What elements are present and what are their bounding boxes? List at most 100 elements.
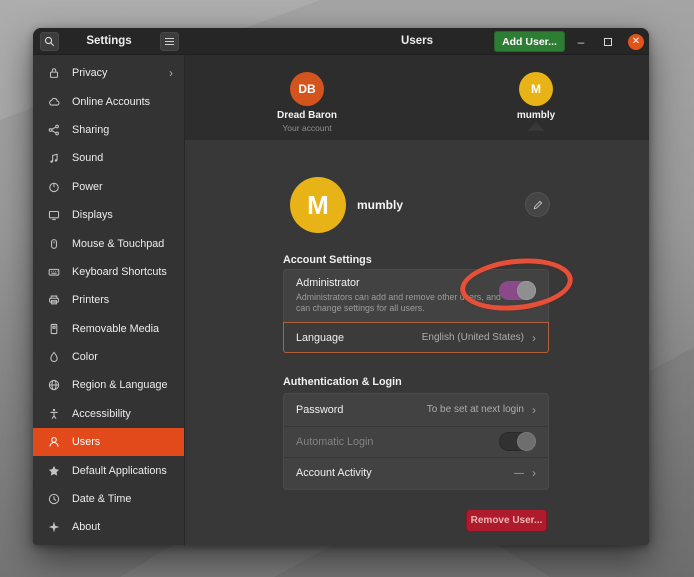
maximize-icon [604, 38, 612, 46]
automatic-login-row: Automatic Login [284, 426, 548, 458]
automatic-login-label: Automatic Login [296, 436, 373, 448]
power-icon [46, 179, 62, 195]
automatic-login-toggle[interactable] [499, 432, 536, 451]
sidebar-item-online-accounts[interactable]: Online Accounts [33, 87, 184, 115]
accessibility-icon [46, 406, 62, 422]
user-detail-panel: M mumbly Account Settings Administrator … [185, 140, 649, 545]
sidebar-item-label: Region & Language [72, 379, 167, 391]
toggle-knob [517, 281, 536, 300]
avatar: M [519, 72, 553, 106]
user-name: mumbly [357, 198, 403, 212]
edit-avatar-button[interactable] [525, 192, 550, 217]
sidebar-item-removable-media[interactable]: Removable Media [33, 315, 184, 343]
titlebar[interactable]: Settings Users Add User... – ✕ [33, 28, 649, 55]
sidebar-item-label: Mouse & Touchpad [72, 238, 164, 250]
sidebar-item-label: Keyboard Shortcuts [72, 266, 167, 278]
display-icon [46, 207, 62, 223]
avatar: DB [290, 72, 324, 106]
chevron-right-icon: › [532, 403, 536, 417]
sidebar-item-users[interactable]: Users [33, 428, 184, 456]
sidebar-item-label: Accessibility [72, 408, 131, 420]
account-settings-heading: Account Settings [283, 254, 372, 266]
administrator-toggle[interactable] [499, 281, 536, 300]
sidebar: Privacy › Online Accounts Sharing Sound Power… [33, 55, 185, 545]
users-panel: DB Dread Baron Your account M mumbly M m… [185, 55, 649, 545]
sidebar-item-sound[interactable]: Sound [33, 144, 184, 172]
account-activity-label: Account Activity [296, 467, 372, 479]
add-user-button[interactable]: Add User... [494, 31, 565, 52]
color-icon [46, 349, 62, 365]
password-value: To be set at next login [427, 404, 524, 415]
close-icon: ✕ [628, 34, 644, 50]
sidebar-item-date-time[interactable]: Date & Time [33, 485, 184, 513]
auth-login-group: Password To be set at next login › Autom… [283, 393, 549, 490]
globe-icon [46, 377, 62, 393]
administrator-description: Administrators can add and remove other … [296, 292, 501, 314]
menu-button[interactable] [160, 32, 179, 51]
sidebar-item-region-language[interactable]: Region & Language [33, 371, 184, 399]
about-icon [46, 519, 62, 535]
sidebar-item-displays[interactable]: Displays [33, 201, 184, 229]
selected-user-notch [527, 122, 545, 131]
user-name: Dread Baron [252, 110, 362, 121]
remove-user-button[interactable]: Remove User... [466, 509, 547, 532]
avatar[interactable]: M [290, 177, 346, 233]
desktop-background: Settings Users Add User... – ✕ Privacy › O… [0, 0, 694, 577]
language-value: English (United States) [422, 332, 524, 343]
user-name: mumbly [481, 110, 591, 121]
pencil-icon [532, 199, 544, 211]
sidebar-item-power[interactable]: Power [33, 173, 184, 201]
sidebar-item-keyboard-shortcuts[interactable]: Keyboard Shortcuts [33, 258, 184, 286]
user-chip-mumbly[interactable]: M mumbly [481, 72, 591, 121]
sidebar-item-privacy[interactable]: Privacy › [33, 59, 184, 87]
sidebar-item-accessibility[interactable]: Accessibility [33, 400, 184, 428]
language-label: Language [296, 332, 344, 344]
account-activity-value: — [514, 468, 524, 479]
sidebar-item-label: Date & Time [72, 493, 131, 505]
sound-icon [46, 150, 62, 166]
sidebar-item-sharing[interactable]: Sharing [33, 116, 184, 144]
chevron-right-icon: › [532, 466, 536, 480]
user-subtitle: Your account [252, 123, 362, 133]
sidebar-item-label: Color [72, 351, 98, 363]
printer-icon [46, 292, 62, 308]
toggle-knob [517, 432, 536, 451]
language-row[interactable]: Language English (United States) › [283, 322, 549, 353]
account-activity-row[interactable]: Account Activity — › [284, 457, 548, 489]
user-chip-dread-baron[interactable]: DB Dread Baron Your account [252, 72, 362, 133]
hamburger-icon [165, 38, 174, 45]
sidebar-item-label: Default Applications [72, 465, 167, 477]
sidebar-item-default-applications[interactable]: Default Applications [33, 456, 184, 484]
close-button[interactable]: ✕ [625, 28, 647, 55]
cloud-icon [46, 94, 62, 110]
clock-icon [46, 491, 62, 507]
minimize-button[interactable]: – [570, 28, 592, 55]
chevron-right-icon: › [532, 331, 536, 345]
lock-icon [46, 65, 62, 81]
sidebar-item-label: Privacy [72, 67, 107, 79]
keyboard-icon [46, 264, 62, 280]
star-icon [46, 463, 62, 479]
sidebar-item-label: Printers [72, 294, 109, 306]
sidebar-item-label: Sound [72, 152, 103, 164]
maximize-button[interactable] [597, 28, 619, 55]
sidebar-item-printers[interactable]: Printers [33, 286, 184, 314]
auth-login-heading: Authentication & Login [283, 376, 402, 388]
sidebar-item-label: Online Accounts [72, 96, 150, 108]
password-label: Password [296, 404, 343, 416]
sidebar-item-label: Sharing [72, 124, 109, 136]
mouse-icon [46, 236, 62, 252]
sidebar-item-label: Power [72, 181, 103, 193]
media-icon [46, 321, 62, 337]
users-icon [46, 434, 62, 450]
sidebar-item-about[interactable]: About [33, 513, 184, 541]
minimize-icon: – [578, 35, 585, 49]
sidebar-item-label: Removable Media [72, 323, 159, 335]
user-carousel: DB Dread Baron Your account M mumbly [185, 55, 649, 140]
password-row[interactable]: Password To be set at next login › [284, 394, 548, 426]
sidebar-item-label: About [72, 521, 100, 533]
sidebar-item-mouse-touchpad[interactable]: Mouse & Touchpad [33, 229, 184, 257]
sidebar-item-color[interactable]: Color [33, 343, 184, 371]
sidebar-item-label: Users [72, 436, 100, 448]
chevron-right-icon: › [169, 66, 173, 80]
